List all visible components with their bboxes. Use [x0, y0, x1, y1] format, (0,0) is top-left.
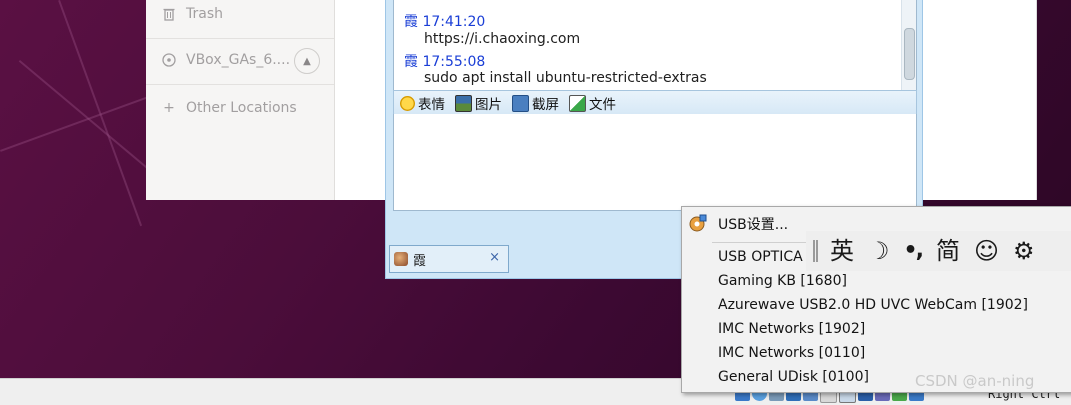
trash-icon [161, 6, 177, 22]
ime-toolbar: 英 ☽ •, 简 ☺ ⚙ [806, 231, 1071, 271]
message-header: 霞 17:55:08 [404, 51, 485, 71]
message-text: https://i.chaoxing.com [424, 31, 581, 47]
usb-device-item[interactable]: General UDisk [0100] [718, 369, 869, 385]
message-history: 霞 17:41:20 https://i.chaoxing.com 霞 17:5… [393, 0, 917, 91]
usb-settings-item[interactable]: USB设置... [718, 214, 788, 234]
message-input[interactable] [393, 114, 917, 211]
message-sender: 霞 [404, 14, 418, 30]
sidebar-item-label: VBox_GAs_6.... [186, 52, 291, 68]
toolbar-label: 图片 [475, 97, 502, 113]
message-time: 17:41:20 [422, 14, 486, 30]
plus-icon: + [163, 100, 175, 116]
ime-language-toggle[interactable]: 英 [830, 239, 854, 263]
chat-tab[interactable]: 霞 × [389, 245, 509, 273]
usb-device-item[interactable]: IMC Networks [1902] [718, 321, 865, 337]
usb-device-item[interactable]: USB OPTICA [718, 249, 803, 265]
files-sidebar: Trash VBox_GAs_6.... ▲ + Other Locations [146, 0, 335, 200]
punctuation-icon[interactable]: •, [904, 240, 924, 262]
watermark: CSDN @an-ning [915, 372, 1035, 390]
sidebar-item-other-locations[interactable]: + Other Locations [146, 88, 334, 128]
ime-drag-handle[interactable] [813, 240, 818, 262]
usb-device-item[interactable]: Azurewave USB2.0 HD UVC WebCam [1902] [718, 297, 1028, 313]
close-icon[interactable]: × [489, 250, 500, 265]
scrollbar-thumb[interactable] [904, 28, 915, 80]
desktop-decoration [0, 95, 152, 152]
avatar [394, 252, 408, 266]
sidebar-item-vbox-gas[interactable]: VBox_GAs_6.... ▲ [146, 40, 334, 80]
toolbar-label: 文件 [589, 97, 616, 113]
image-icon [455, 94, 472, 112]
toolbar-label: 截屏 [532, 97, 559, 113]
moon-icon[interactable]: ☽ [868, 239, 890, 263]
sidebar-item-label: Trash [186, 6, 223, 22]
sidebar-divider [146, 38, 334, 39]
emoji-button[interactable]: 表情 [400, 93, 445, 113]
toolbar-label: 表情 [418, 97, 445, 113]
sidebar-item-trash[interactable]: Trash [146, 0, 334, 34]
message-header: 霞 17:41:20 [404, 11, 485, 31]
smiley-icon[interactable]: ☺ [974, 239, 999, 263]
emoji-icon [400, 95, 415, 111]
message-header-partial [404, 0, 408, 10]
screenshot-icon [512, 94, 529, 112]
screenshot-button[interactable]: 截屏 [512, 93, 559, 113]
message-sender: 霞 [404, 54, 418, 70]
gear-icon[interactable]: ⚙ [1013, 239, 1035, 263]
eject-icon[interactable]: ▲ [294, 48, 320, 74]
chat-tab-label: 霞 [413, 253, 427, 269]
sidebar-item-label: Other Locations [186, 100, 297, 116]
disc-icon [161, 52, 177, 68]
ime-simplified-toggle[interactable]: 简 [936, 239, 960, 263]
image-button[interactable]: 图片 [455, 93, 502, 113]
message-text: sudo apt install ubuntu-restricted-extra… [424, 70, 707, 86]
message-time: 17:55:08 [422, 54, 486, 70]
usb-settings-icon [689, 214, 707, 232]
usb-device-item[interactable]: Gaming KB [1680] [718, 273, 847, 289]
chat-toolbar: 表情 图片 截屏 文件 [393, 90, 917, 116]
usb-device-item[interactable]: IMC Networks [0110] [718, 345, 865, 361]
file-button[interactable]: 文件 [569, 93, 616, 113]
file-icon [569, 94, 586, 112]
sidebar-divider [146, 84, 334, 85]
message-scrollbar[interactable] [901, 0, 916, 90]
